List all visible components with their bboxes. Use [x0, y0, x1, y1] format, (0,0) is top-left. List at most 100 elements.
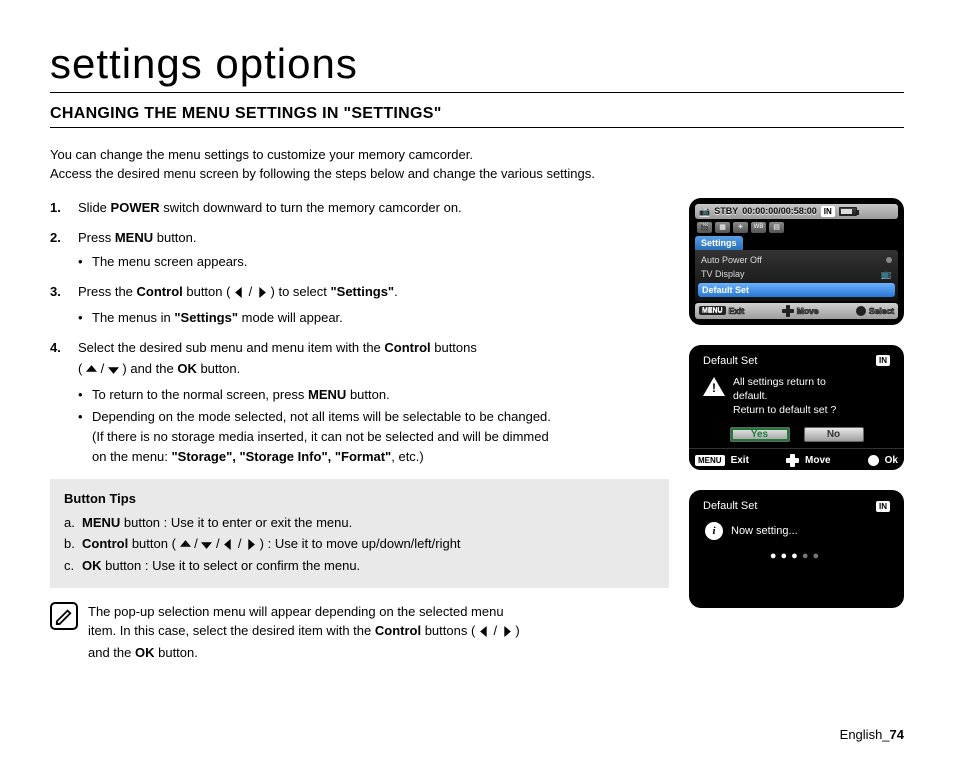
step-4-text-d: ( [78, 361, 86, 376]
step-4-slash: / [97, 361, 108, 376]
step-3-sub-1: The menus in "Settings" mode will appear… [78, 308, 669, 328]
lcd1-row-default-set: Default Set [698, 283, 895, 297]
lcd-previews-column: 📷 STBY 00:00:00/00:58:00 IN 🎬 ▦ ☀ WB ▤ S… [689, 198, 904, 663]
lcd-now-setting: Default Set IN i Now setting... ●●●●● [689, 490, 904, 608]
menu-badge: MENU [695, 455, 725, 466]
ok-dot-icon [868, 455, 879, 466]
lcd1-row-auto-power-off: Auto Power Off [695, 253, 898, 267]
wb-icon: WB [751, 222, 766, 233]
step-3-text-c: button ( [183, 284, 234, 299]
exit-label: Exit [731, 455, 749, 466]
tip-b: b. Control button ( / / / ) : Use it to … [64, 534, 655, 556]
step-4-text-f: ) and the [119, 361, 178, 376]
step-2-sub-1: The menu screen appears. [78, 252, 669, 272]
intro-text: You can change the menu settings to cust… [50, 146, 904, 184]
lcd1-row-tv-display: TV Display📺 [695, 267, 898, 282]
right-arrow-icon [501, 623, 512, 643]
right-arrow-icon [256, 284, 267, 304]
note-row: The pop-up selection menu will appear de… [50, 602, 669, 663]
lcd1-list: Auto Power Off TV Display📺 Default Set [695, 250, 898, 301]
step-3: Press the Control button ( / ) to select… [50, 282, 669, 328]
menu-label: MENU [115, 230, 153, 245]
left-arrow-icon [479, 623, 490, 643]
page-title: settings options [50, 40, 904, 93]
lcd1-icon-row: 🎬 ▦ ☀ WB ▤ [695, 222, 898, 233]
select-label: Select [869, 306, 894, 316]
lcd1-status-bar: 📷 STBY 00:00:00/00:58:00 IN [695, 204, 898, 219]
step-4-text-a: Select the desired sub menu and menu ite… [78, 340, 384, 355]
tv-icon: 📺 [881, 269, 892, 280]
focus-icon: ▦ [715, 222, 730, 233]
nav-cross-icon [786, 454, 799, 467]
step-4-sub-1: To return to the normal screen, press ME… [78, 385, 669, 405]
up-arrow-icon [180, 536, 191, 556]
left-arrow-icon [234, 284, 245, 304]
quality-icon: ▤ [769, 222, 784, 233]
footer-page-number: 74 [890, 727, 904, 742]
step-4: Select the desired sub menu and menu ite… [50, 338, 669, 467]
page-footer: English_74 [840, 727, 904, 742]
note-text: The pop-up selection menu will appear de… [88, 602, 520, 663]
no-button[interactable]: No [804, 427, 864, 442]
step-2-text-a: Press [78, 230, 115, 245]
step-3-text-a: Press the [78, 284, 137, 299]
ok-label: OK [177, 361, 197, 376]
footer-lang: English [840, 727, 883, 742]
lcd3-title: Default Set [703, 500, 757, 512]
exit-label: Exit [729, 306, 745, 316]
mode-icon: 🎬 [697, 222, 712, 233]
control-label: Control [137, 284, 183, 299]
tips-title: Button Tips [64, 489, 655, 509]
lcd2-bottom-bar: MENU Exit Move Ok [689, 448, 904, 470]
nav-cross-icon [782, 305, 794, 317]
intro-line-2: Access the desired menu screen by follow… [50, 165, 904, 184]
move-label: Move [805, 455, 831, 466]
lcd3-message: Now setting... [731, 525, 798, 537]
step-3-slash: / [245, 284, 256, 299]
step-2: Press MENU button. The menu screen appea… [50, 228, 669, 272]
step-1: Slide POWER switch downward to turn the … [50, 198, 669, 218]
lcd2-title: Default Set [703, 355, 757, 367]
lcd1-time: 00:00:00/00:58:00 [742, 206, 817, 216]
lcd1-tab: Settings [695, 236, 743, 250]
lcd2-header: Default Set IN [695, 351, 898, 373]
right-arrow-icon [245, 536, 256, 556]
yes-button[interactable]: Yes [730, 427, 790, 442]
move-label: Move [797, 306, 819, 316]
step-4-sub-2: Depending on the mode selected, not all … [78, 407, 669, 467]
in-badge: IN [876, 355, 890, 366]
down-arrow-icon [108, 361, 119, 381]
tip-a: a. MENU button : Use it to enter or exit… [64, 513, 655, 533]
power-label: POWER [111, 200, 160, 215]
ok-label: Ok [885, 455, 898, 466]
button-tips-box: Button Tips a. MENU button : Use it to e… [50, 479, 669, 588]
lcd3-header: Default Set IN [695, 496, 898, 518]
lcd2-message: All settings return to default. Return t… [733, 375, 836, 418]
down-arrow-icon [201, 536, 212, 556]
progress-dots: ●●●●● [705, 550, 888, 562]
lcd3-message-row: i Now setting... [705, 522, 888, 540]
menu-badge: MENU [699, 306, 726, 315]
step-4-text-h: button. [197, 361, 240, 376]
control-label-2: Control [384, 340, 430, 355]
lcd1-bottom-bar: MENUExit Move Select [695, 303, 898, 319]
intro-line-1: You can change the menu settings to cust… [50, 146, 904, 165]
value-indicator-icon [886, 257, 892, 263]
warning-icon [703, 377, 725, 396]
ok-dot-icon [856, 306, 866, 316]
step-2-text-c: button. [153, 230, 196, 245]
lcd-settings-menu: 📷 STBY 00:00:00/00:58:00 IN 🎬 ▦ ☀ WB ▤ S… [689, 198, 904, 325]
step-1-text-a: Slide [78, 200, 111, 215]
in-badge: IN [876, 501, 890, 512]
in-badge: IN [821, 206, 835, 217]
note-icon [50, 602, 78, 630]
ev-icon: ☀ [733, 222, 748, 233]
info-icon: i [705, 522, 723, 540]
step-1-text-c: switch downward to turn the memory camco… [160, 200, 462, 215]
instructions-column: Slide POWER switch downward to turn the … [50, 198, 669, 663]
section-heading: CHANGING THE MENU SETTINGS IN "SETTINGS" [50, 105, 904, 128]
tip-c: c. OK button : Use it to select or confi… [64, 556, 655, 576]
camera-icon: 📷 [699, 206, 710, 217]
settings-label: "Settings" [330, 284, 394, 299]
left-arrow-icon [223, 536, 234, 556]
